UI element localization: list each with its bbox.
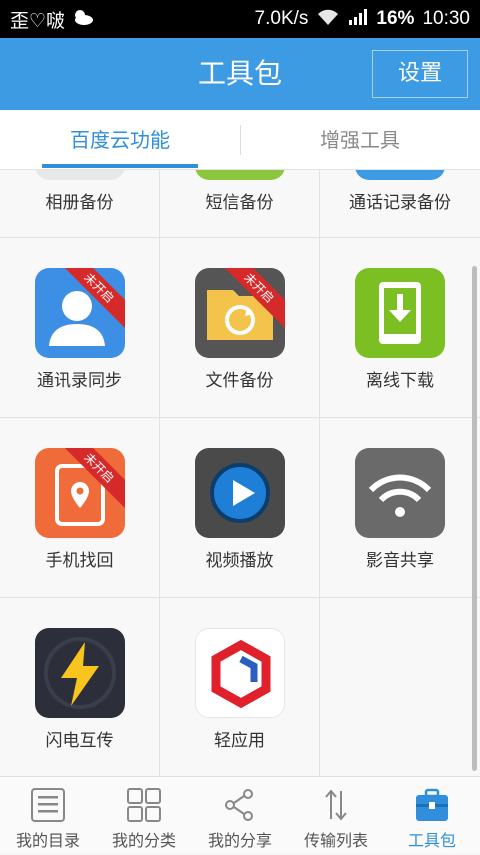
nav-my-shares[interactable]: 我的分享	[192, 777, 288, 855]
status-left: 歪♡啵	[10, 6, 95, 33]
status-left-text: 歪♡啵	[10, 9, 66, 32]
nav-transfer-list[interactable]: 传输列表	[288, 777, 384, 855]
tool-label: 离线下载	[366, 371, 434, 391]
scrollbar[interactable]	[472, 266, 477, 771]
tool-video-play[interactable]: 视频播放	[160, 418, 320, 597]
tool-contacts-sync[interactable]: 未开启 通讯录同步	[0, 238, 160, 417]
tool-label: 相册备份	[45, 193, 114, 213]
grid-row: 未开启 手机找回 视频播放 影音共享	[0, 418, 480, 598]
grid-icon	[126, 787, 162, 823]
tool-call-log-backup[interactable]: 通话记录备份	[320, 170, 480, 237]
offline-download-icon	[355, 268, 445, 358]
status-right: 7.0K/s 16% 10:30	[255, 7, 470, 32]
tab-baidu-cloud[interactable]: 百度云功能	[0, 110, 240, 170]
tool-lightning-transfer[interactable]: 闪电互传	[0, 598, 160, 776]
tool-light-app[interactable]: 轻应用	[160, 598, 320, 776]
network-speed: 7.0K/s	[254, 8, 309, 29]
album-backup-icon	[35, 170, 125, 180]
tool-label: 短信备份	[205, 193, 274, 213]
status-bar: 歪♡啵 7.0K/s 16% 10:30	[0, 0, 480, 38]
weather-icon	[71, 7, 95, 32]
nav-label: 工具包	[407, 831, 456, 850]
grid-row: 未开启 通讯录同步 未开启 文件备份 离线下载	[0, 238, 480, 418]
lightning-transfer-icon	[35, 628, 125, 718]
tab-active-indicator	[42, 164, 198, 168]
phone-find-icon: 未开启	[35, 448, 125, 538]
wifi-icon	[316, 7, 340, 32]
video-play-icon	[195, 448, 285, 538]
sms-backup-icon	[195, 170, 285, 180]
tool-label: 视频播放	[205, 551, 274, 571]
tool-offline-download[interactable]: 离线下载	[320, 238, 480, 417]
list-icon	[30, 787, 66, 823]
signal-icon	[348, 8, 368, 31]
tab-bar: 百度云功能 增强工具	[0, 110, 480, 170]
tools-grid: 相册备份 短信备份 通话记录备份 未开启 通讯录同步 未开启 文件备份 离线下载…	[0, 170, 480, 776]
tool-media-share[interactable]: 影音共享	[320, 418, 480, 597]
call-log-backup-icon	[355, 170, 445, 180]
tool-album-backup[interactable]: 相册备份	[0, 170, 160, 237]
nav-label: 我的分享	[207, 831, 272, 850]
contacts-sync-icon: 未开启	[35, 268, 125, 358]
file-backup-icon: 未开启	[195, 268, 285, 358]
transfer-icon	[318, 787, 354, 823]
tool-label: 通话记录备份	[349, 193, 451, 213]
tool-label: 闪电互传	[45, 731, 114, 751]
nav-label: 我的目录	[15, 831, 80, 850]
share-icon	[222, 787, 258, 823]
nav-label: 传输列表	[303, 831, 368, 850]
tool-file-backup[interactable]: 未开启 文件备份	[160, 238, 320, 417]
tool-label: 轻应用	[214, 731, 265, 751]
tool-label: 影音共享	[366, 551, 434, 571]
tool-label: 通讯录同步	[37, 371, 122, 391]
settings-button[interactable]: 设置	[372, 50, 468, 98]
nav-my-directory[interactable]: 我的目录	[0, 777, 96, 855]
toolbox-icon	[414, 787, 450, 823]
grid-row: 闪电互传 轻应用	[0, 598, 480, 776]
tab-enhanced-tools[interactable]: 增强工具	[240, 110, 480, 170]
nav-toolbox[interactable]: 工具包	[384, 777, 480, 855]
media-share-icon	[355, 448, 445, 538]
tool-label: 文件备份	[205, 371, 274, 391]
light-app-icon	[195, 628, 285, 718]
tool-sms-backup[interactable]: 短信备份	[160, 170, 320, 237]
nav-label: 我的分类	[111, 831, 176, 850]
tool-phone-find[interactable]: 未开启 手机找回	[0, 418, 160, 597]
battery-level: 16%	[376, 8, 415, 29]
app-header: 工具包 设置	[0, 38, 480, 110]
clock: 10:30	[422, 8, 470, 29]
grid-row-partial: 相册备份 短信备份 通话记录备份	[0, 170, 480, 238]
empty-cell	[320, 598, 480, 776]
tool-label: 手机找回	[45, 551, 114, 571]
bottom-nav: 我的目录 我的分类 我的分享 传输列表 工具包	[0, 776, 480, 854]
nav-my-categories[interactable]: 我的分类	[96, 777, 192, 855]
